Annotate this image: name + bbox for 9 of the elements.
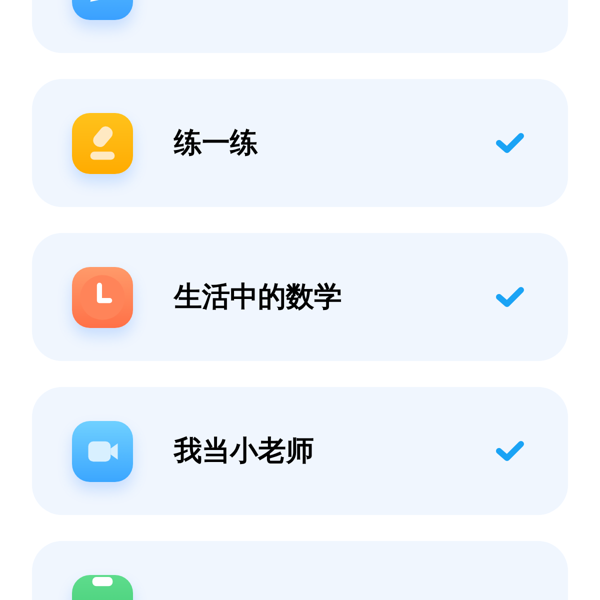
list-card[interactable]: 生活中的数学 (32, 233, 568, 361)
list-card[interactable]: 练一练 (32, 79, 568, 207)
item-title: 我当小老师 (174, 433, 315, 469)
camera-icon (72, 420, 133, 482)
clock-icon (72, 266, 133, 328)
item-title: 练一练 (174, 125, 259, 161)
item-title: 生活中的数学 (174, 279, 343, 315)
list-card[interactable]: 我当小老师 (32, 387, 568, 515)
eraser-icon (72, 112, 133, 174)
